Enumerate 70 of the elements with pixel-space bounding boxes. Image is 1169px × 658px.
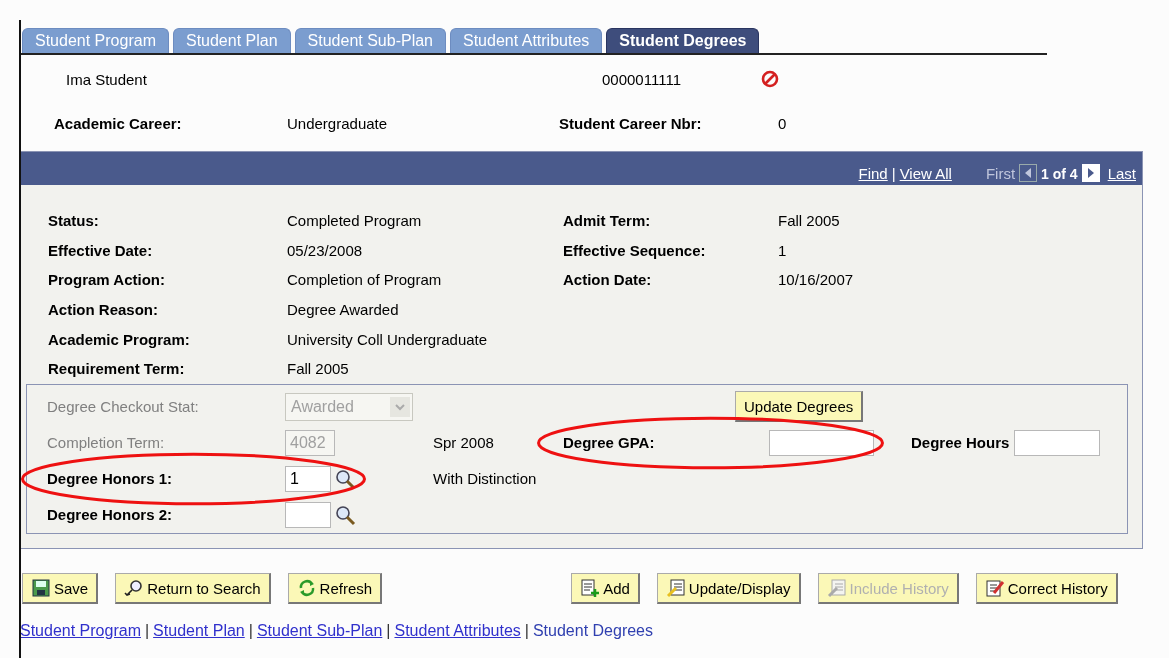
page-link[interactable]: Student Attributes	[394, 622, 521, 640]
hours-field[interactable]	[1014, 429, 1101, 456]
student-id: 0000011111	[602, 70, 682, 88]
field-label: Degree Hours	[911, 434, 1010, 452]
add-button[interactable]: Add	[571, 573, 640, 604]
field-label: Completion Term:	[47, 434, 166, 452]
right-triangle-icon	[1085, 167, 1096, 179]
caret-icon	[390, 396, 410, 417]
field-label: Status:	[48, 212, 100, 230]
page-position: 1 of 4	[1041, 166, 1078, 182]
field-label: Effective Date:	[48, 241, 154, 259]
field-value: Completed Program	[287, 212, 423, 230]
separator-text: |	[248, 622, 253, 640]
magnifier-arrow-icon	[124, 578, 145, 598]
document-plus-icon	[580, 578, 601, 598]
field-label: Student Career Nbr:	[559, 114, 703, 132]
gpa-field[interactable]	[769, 429, 874, 456]
field-value: Undergraduate	[287, 114, 389, 132]
honors-description: With Distinction	[433, 470, 537, 488]
page-link[interactable]: Student Degrees	[532, 622, 653, 640]
search-button[interactable]: Return to Search	[115, 573, 271, 604]
field-value: 1	[778, 241, 788, 259]
nav-link[interactable]: Last	[1107, 165, 1136, 182]
field-label: Action Reason:	[48, 301, 159, 319]
prohibited-icon	[760, 69, 780, 89]
field-label: Academic Career:	[54, 114, 183, 132]
search-icon[interactable]	[334, 503, 356, 526]
search-icon[interactable]	[334, 467, 356, 490]
separator-text: |	[524, 622, 529, 640]
refresh-button[interactable]: Refresh	[287, 573, 383, 604]
field-label: Effective Sequence:	[563, 241, 707, 259]
honors-field[interactable]	[285, 501, 331, 528]
correct-button[interactable]: Correct History	[975, 573, 1118, 604]
update-button[interactable]: Update/Display	[656, 573, 801, 604]
separator-text: |	[891, 165, 896, 182]
field-value: Completion of Program	[287, 271, 443, 289]
page-link[interactable]: Student Plan	[153, 622, 245, 640]
term-description: Spr 2008	[433, 434, 495, 452]
separator-text: |	[386, 622, 391, 640]
field-value: 10/16/2007	[778, 271, 855, 289]
field-label: Degree Honors 2:	[47, 506, 174, 524]
document-pencil-icon	[665, 578, 686, 598]
field-value: Degree Awarded	[287, 301, 400, 319]
field-value: Fall 2005	[287, 360, 350, 378]
update-degrees-button[interactable]: Update Degrees	[735, 391, 864, 423]
field-label: Degree Checkout Stat:	[47, 398, 200, 416]
page-link[interactable]: Student Sub-Plan	[256, 622, 383, 640]
nav-link[interactable]: View All	[899, 165, 952, 182]
field-label: Program Action:	[48, 271, 166, 289]
field-label: Requirement Term:	[48, 360, 186, 378]
field-value: Fall 2005	[778, 212, 841, 230]
tab[interactable]: Student Degrees	[606, 28, 760, 53]
nav-link[interactable]: Find	[858, 165, 888, 182]
student-name: Ima Student	[66, 70, 148, 88]
field-label: Academic Program:	[48, 330, 191, 348]
field-value: University Coll Undergraduate	[287, 330, 489, 348]
save-button[interactable]: Save	[22, 573, 99, 604]
field-value: 0	[778, 114, 787, 132]
left-triangle-icon	[1023, 167, 1034, 179]
field-value: 05/23/2008	[287, 241, 364, 259]
field-label: Degree GPA:	[563, 434, 656, 452]
separator-text: |	[144, 622, 150, 640]
field-label: Degree Honors 1:	[47, 470, 174, 488]
page-link[interactable]: Student Program	[20, 622, 141, 640]
document-pencil-icon	[984, 578, 1005, 598]
field-label: Admit Term:	[563, 212, 652, 230]
document-pencil-icon	[826, 578, 847, 598]
honors-field[interactable]: 1	[285, 465, 331, 492]
next-button[interactable]	[1081, 164, 1100, 182]
field-label: Action Date:	[563, 271, 653, 289]
